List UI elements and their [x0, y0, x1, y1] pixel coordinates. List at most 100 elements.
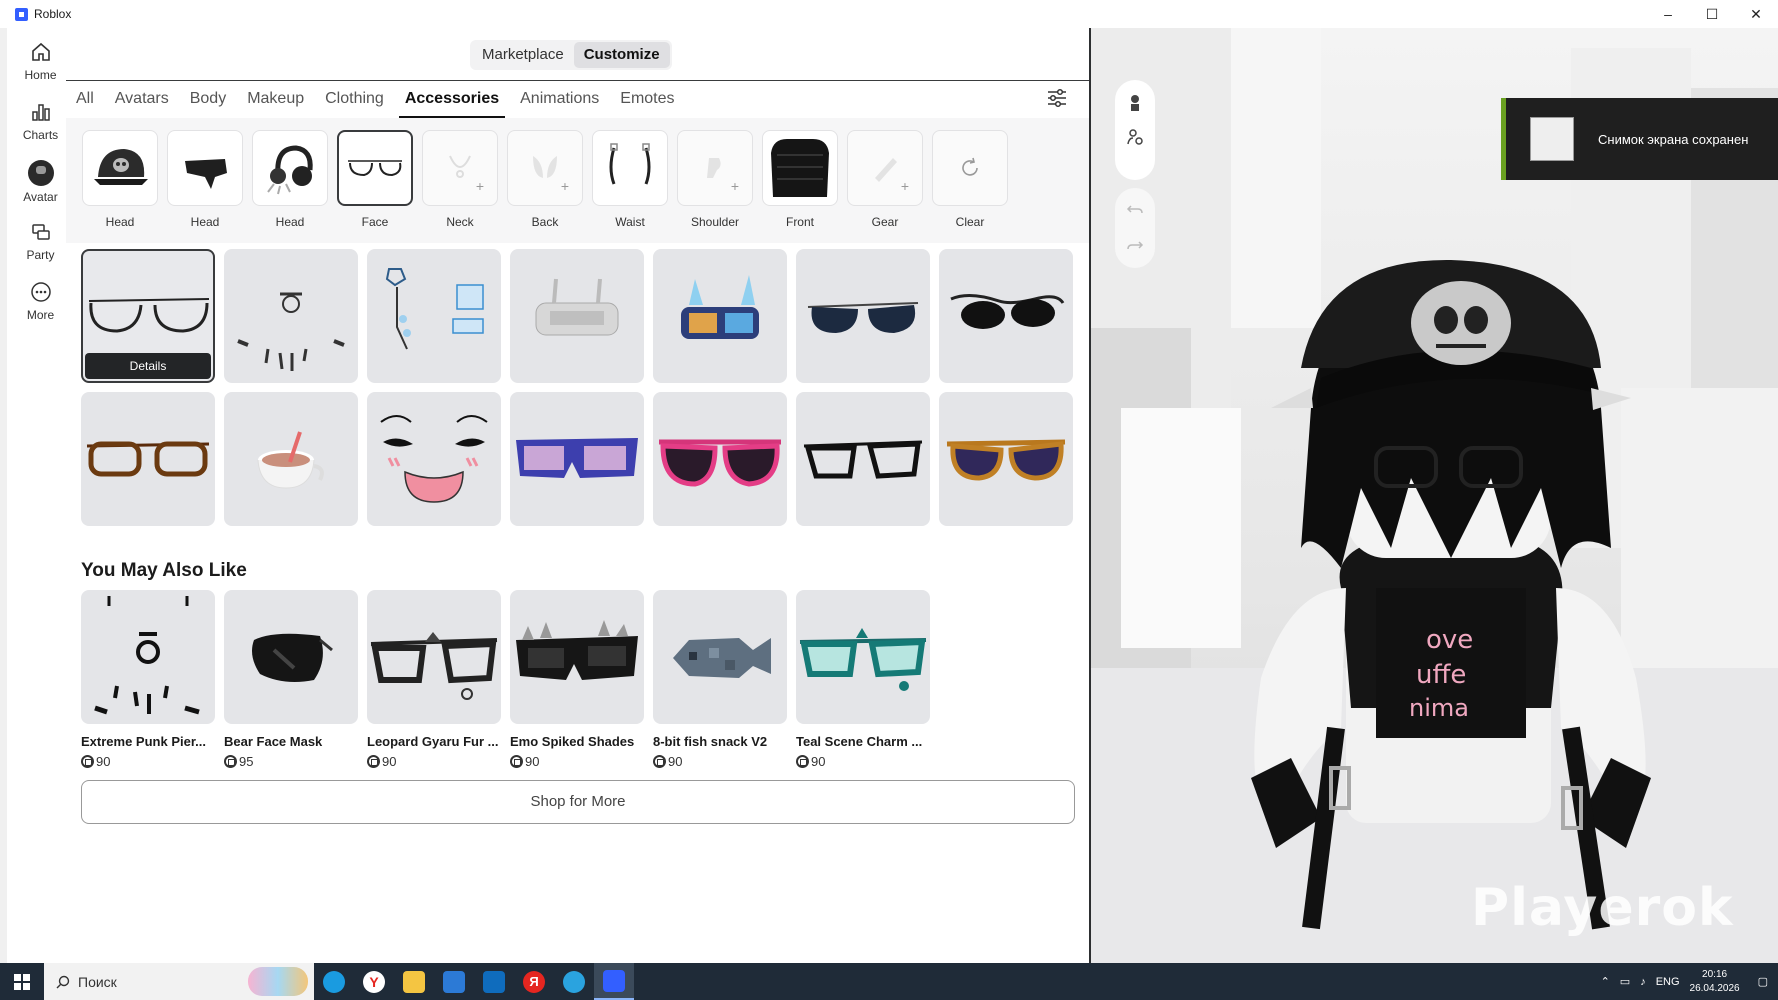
recommendation-thumb	[510, 590, 644, 724]
recommendation-card[interactable]: Leopard Gyaru Fur ... 90	[367, 590, 501, 769]
slot-clear[interactable]: Clear	[932, 130, 1008, 229]
outlook-app[interactable]	[474, 963, 514, 1000]
customize-tab[interactable]: Customize	[573, 42, 670, 68]
clock[interactable]: 20:16 26.04.2026	[1690, 968, 1740, 996]
file-explorer-app[interactable]	[394, 963, 434, 1000]
marketplace-tab[interactable]: Marketplace	[472, 42, 574, 68]
slot-shoulder[interactable]: + Shoulder	[677, 130, 753, 229]
screenshot-toast[interactable]: Снимок экрана сохранен	[1501, 98, 1778, 180]
item-tile[interactable]	[367, 249, 501, 383]
telegram-app[interactable]	[554, 963, 594, 1000]
slot-gear[interactable]: + Gear	[847, 130, 923, 229]
store-icon	[443, 970, 465, 993]
maximize-button[interactable]: ☐	[1690, 0, 1734, 28]
slot-thumb	[82, 130, 158, 206]
slot-label: Gear	[871, 215, 899, 229]
recommendation-card[interactable]: Teal Scene Charm ... 90	[796, 590, 930, 769]
chevron-up-icon[interactable]: ⌃	[1601, 975, 1610, 988]
undo-icon[interactable]	[1126, 200, 1144, 218]
nav-item-more[interactable]: More	[7, 280, 74, 322]
redo-icon[interactable]	[1126, 236, 1144, 254]
item-tile[interactable]	[510, 249, 644, 383]
recommendation-card[interactable]: Bear Face Mask 95	[224, 590, 358, 769]
slot-label: Face	[361, 215, 389, 229]
item-tile[interactable]	[224, 392, 358, 526]
tab-body[interactable]: Body	[190, 88, 226, 118]
notification-icon[interactable]: ▢	[1758, 975, 1768, 988]
recommendation-card[interactable]: 8-bit fish snack V2 90	[653, 590, 787, 769]
slot-face[interactable]: Face	[337, 130, 413, 229]
recommendation-thumb	[224, 590, 358, 724]
close-button[interactable]: ✕	[1734, 0, 1778, 28]
taskbar-search[interactable]: Поиск	[44, 963, 314, 1000]
clock-time: 20:16	[1702, 968, 1728, 980]
item-tile[interactable]	[939, 392, 1073, 526]
recommendation-price: 95	[224, 754, 358, 769]
item-tile[interactable]	[796, 392, 930, 526]
mail-icon	[483, 970, 505, 993]
charts-icon	[29, 100, 53, 124]
item-tile[interactable]	[939, 249, 1073, 383]
network-icon[interactable]: ▭	[1620, 975, 1630, 988]
recommendation-price: 90	[367, 754, 501, 769]
roblox-logo-icon	[15, 7, 28, 21]
slot-back[interactable]: + Back	[507, 130, 583, 229]
slot-neck[interactable]: + Neck	[422, 130, 498, 229]
item-tile[interactable]	[367, 392, 501, 526]
filter-sliders-icon[interactable]	[1045, 86, 1069, 110]
avatar-settings-icon[interactable]	[1126, 128, 1144, 146]
item-tile[interactable]: Details	[81, 249, 215, 383]
minimize-button[interactable]: –	[1646, 0, 1690, 28]
tab-all[interactable]: All	[76, 88, 94, 118]
slot-head-2[interactable]: Head	[167, 130, 243, 229]
tab-emotes[interactable]: Emotes	[620, 88, 674, 118]
slot-label: Head	[275, 215, 305, 229]
item-tile[interactable]	[653, 249, 787, 383]
edge-app[interactable]	[314, 963, 354, 1000]
nav-item-home[interactable]: Home	[7, 40, 74, 82]
recommendation-price: 90	[653, 754, 787, 769]
recommendation-thumb	[653, 590, 787, 724]
yandex-app[interactable]: Я	[514, 963, 554, 1000]
item-tile[interactable]	[510, 392, 644, 526]
folder-icon	[403, 970, 425, 993]
recommendation-price: 90	[81, 754, 215, 769]
avatar-pose-icon[interactable]	[1126, 94, 1144, 112]
slot-label: Shoulder	[690, 215, 740, 229]
recommendation-card[interactable]: Extreme Punk Pier... 90	[81, 590, 215, 769]
shop-for-more-button[interactable]: Shop for More	[81, 780, 1075, 824]
yandex-browser-app[interactable]: Y	[354, 963, 394, 1000]
language-indicator[interactable]: ENG	[1656, 976, 1680, 988]
nav-item-charts[interactable]: Charts	[7, 100, 74, 142]
slot-front[interactable]: Front	[762, 130, 838, 229]
slot-head-3[interactable]: Head	[252, 130, 328, 229]
tab-animations[interactable]: Animations	[520, 88, 599, 118]
details-button[interactable]: Details	[85, 353, 211, 379]
slot-waist[interactable]: Waist	[592, 130, 668, 229]
slot-label: Head	[105, 215, 135, 229]
recommendation-card[interactable]: Emo Spiked Shades 90	[510, 590, 644, 769]
tab-makeup[interactable]: Makeup	[247, 88, 304, 118]
volume-icon[interactable]: ♪	[1640, 976, 1646, 988]
item-tile[interactable]	[81, 392, 215, 526]
add-icon: +	[475, 178, 485, 194]
yandex-icon: Я	[523, 970, 545, 993]
slot-thumb: +	[422, 130, 498, 206]
slot-thumb	[167, 130, 243, 206]
store-app[interactable]	[434, 963, 474, 1000]
item-tile[interactable]	[796, 249, 930, 383]
nav-item-avatar[interactable]: Avatar	[7, 160, 74, 204]
tab-clothing[interactable]: Clothing	[325, 88, 384, 118]
roblox-app[interactable]	[594, 963, 634, 1000]
tab-avatars[interactable]: Avatars	[115, 88, 169, 118]
nav-item-party[interactable]: Party	[7, 220, 74, 262]
avatar-viewport[interactable]: ove uffe nima Снимок экрана сохранен Pla…	[1091, 28, 1778, 963]
slot-head-1[interactable]: Head	[82, 130, 158, 229]
tab-accessories[interactable]: Accessories	[398, 88, 506, 118]
robux-icon	[81, 755, 94, 768]
item-tile[interactable]	[653, 392, 787, 526]
item-tile[interactable]	[224, 249, 358, 383]
roblox-icon	[603, 969, 625, 992]
slot-thumb	[932, 130, 1008, 206]
windows-start-button[interactable]	[0, 963, 44, 1000]
